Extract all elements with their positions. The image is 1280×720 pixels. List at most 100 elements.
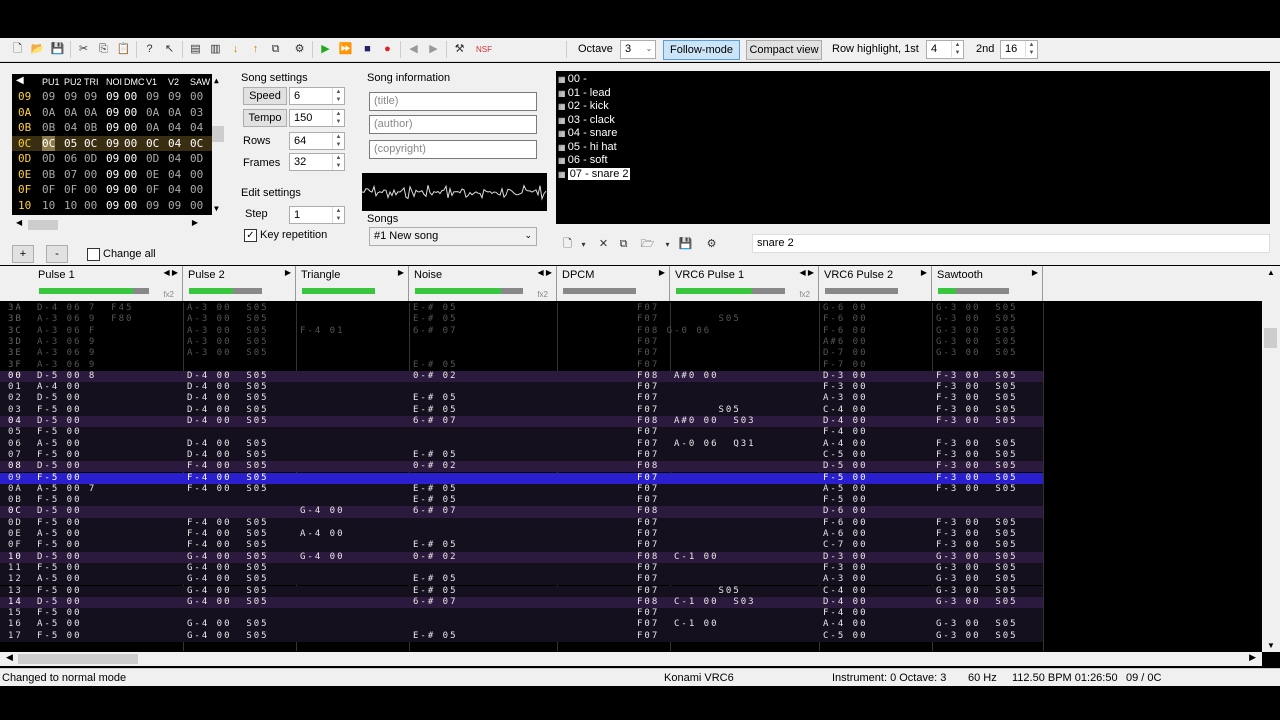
pattern-row[interactable]: 0A A-5 00 7 F-4 00 S05 E-# 05 F07 A-5 00 F-3 0… <box>0 483 1043 496</box>
song-author-field[interactable]: (author) <box>369 115 537 134</box>
new-instrument-icon[interactable]: 🗋 <box>560 237 575 252</box>
add-frame-button[interactable]: + <box>12 245 34 263</box>
channel-sawtooth[interactable]: Sawtooth ▶ <box>932 266 1043 301</box>
frame-cell[interactable]: 0A <box>168 105 181 120</box>
pattern-hscroll[interactable]: ◀ ▶ <box>0 652 1262 666</box>
pattern-cell[interactable]: D-4 00 S05 <box>187 405 269 416</box>
frame-cell[interactable]: 09 <box>106 151 119 166</box>
pattern-cell[interactable]: E-# 05 <box>413 405 458 416</box>
pattern-cell[interactable]: F-5 00 <box>37 540 82 551</box>
pattern-cell[interactable]: G-6 00 <box>823 303 868 314</box>
pattern-vscroll[interactable]: ▲ ▼ <box>1262 266 1280 652</box>
pattern-cell[interactable]: A-3 06 9 <box>37 348 96 359</box>
frame-cell[interactable]: 09 <box>106 120 119 135</box>
frame-cell[interactable]: 0B <box>42 120 55 135</box>
instrument-item[interactable]: ▦ 05 - hi hat <box>558 141 617 154</box>
pattern-cell[interactable]: G-4 00 S05 <box>187 552 269 563</box>
pattern-cell[interactable]: E-# 05 <box>413 314 458 325</box>
frame-cell[interactable]: 04 <box>64 120 77 135</box>
frame-left-arrow-icon[interactable]: ◀ <box>16 75 24 86</box>
channel-noise[interactable]: Noise ◀ ▶ fx2 <box>409 266 557 301</box>
copy-icon[interactable]: ⎘ <box>96 42 111 57</box>
channel-arrow-icon[interactable]: ◀ ▶ <box>163 268 178 277</box>
channel-vrc6-pulse-2[interactable]: VRC6 Pulse 2 ▶ <box>819 266 932 301</box>
move-frame-down-icon[interactable]: ↓ <box>228 42 243 57</box>
frame-cell[interactable]: 07 <box>64 167 77 182</box>
pattern-cell[interactable]: G-4 00 S05 <box>187 619 269 630</box>
pattern-cell[interactable]: E-# 05 <box>413 540 458 551</box>
pattern-cell[interactable]: F-5 00 <box>37 473 82 484</box>
pattern-cell[interactable]: F-3 00 <box>823 563 868 574</box>
frame-cell[interactable]: 0A <box>64 105 77 120</box>
pattern-cell[interactable]: F-3 00 S05 <box>936 382 1018 393</box>
frame-cell[interactable]: 06 <box>64 151 77 166</box>
pattern-cell[interactable]: F07 <box>637 303 659 314</box>
pattern-cell[interactable]: F08 <box>637 597 659 608</box>
pattern-row[interactable]: 17 F-5 00 G-4 00 S05 E-# 05 F07 C-5 00 G-3 00 … <box>0 630 1043 642</box>
pattern-row[interactable]: 3D A-3 06 9 A-3 00 S05 F07 A#6 00 G-3 00 S05 <box>0 337 1043 348</box>
channel-pulse-1[interactable]: Pulse 1 ◀ ▶ fx2 <box>33 266 183 301</box>
pattern-cell[interactable]: D-3 00 <box>823 371 868 382</box>
play-icon[interactable]: ▶ <box>318 42 333 57</box>
pattern-cell[interactable]: S05 <box>674 405 741 416</box>
frame-cell[interactable]: 09 <box>146 89 159 104</box>
pattern-row[interactable]: 3B A-3 06 9 F80 A-3 00 S05 E-# 05 F07 S05 F-6… <box>0 314 1043 325</box>
pattern-cell[interactable]: F-3 00 S05 <box>936 473 1018 484</box>
pattern-cell[interactable]: F-3 00 S05 <box>936 540 1018 551</box>
pattern-cell[interactable]: F-3 00 S05 <box>936 393 1018 404</box>
pattern-cell[interactable]: 6-# 07 <box>413 416 458 427</box>
pattern-cell[interactable]: C-1 00 <box>674 619 719 630</box>
pattern-cell[interactable]: E-# 05 <box>413 393 458 404</box>
pattern-cell[interactable]: D-3 00 <box>823 552 868 563</box>
row-highlight-2nd-spinner[interactable]: 16 ▲ ▼ <box>1000 40 1038 59</box>
pattern-cell[interactable]: 6-# 07 <box>413 597 458 608</box>
pattern-cell[interactable]: E-# 05 <box>413 631 458 642</box>
pattern-cell[interactable]: F-5 00 <box>37 495 82 506</box>
frame-row[interactable]: 0D 0D 06 0D 09 00 0D 04 0D <box>12 151 212 166</box>
pattern-cell[interactable]: D-5 00 8 <box>37 371 96 382</box>
pattern-row[interactable]: 00 D-5 00 8 D-4 00 S05 0-# 02 F08 A#0 00 D-3 0… <box>0 370 1043 383</box>
frame-cell[interactable]: 09 <box>106 167 119 182</box>
frame-cell[interactable]: 0A <box>84 105 97 120</box>
pattern-cell[interactable]: G-3 00 S05 <box>936 597 1018 608</box>
pattern-cell[interactable]: G-4 00 S05 <box>187 574 269 585</box>
remove-frame-icon[interactable]: ▥ <box>208 42 223 57</box>
pattern-cell[interactable]: E-# 05 <box>413 450 458 461</box>
pattern-cell[interactable]: G-4 00 <box>300 506 345 517</box>
pattern-cell[interactable]: F-4 00 <box>823 608 868 619</box>
pattern-cell[interactable]: E-# 05 <box>413 484 458 495</box>
pattern-cell[interactable]: F07 <box>637 360 659 371</box>
frame-cell[interactable]: 09 <box>146 198 159 213</box>
pattern-cell[interactable]: F07 <box>637 314 659 325</box>
instrument-item[interactable]: ▦ 03 - clack <box>558 114 615 127</box>
pattern-cell[interactable]: G-3 00 S05 <box>936 337 1018 348</box>
frame-cell[interactable]: 00 <box>124 136 137 151</box>
pattern-cell[interactable]: A-5 00 <box>37 529 82 540</box>
frame-cell[interactable]: 04 <box>168 182 181 197</box>
pattern-cell[interactable]: C-4 00 <box>823 405 868 416</box>
next-song-icon[interactable]: ▶ <box>426 42 441 57</box>
frame-cell[interactable]: 0A <box>146 105 159 120</box>
pattern-cell[interactable]: F-3 00 S05 <box>936 405 1018 416</box>
pattern-cell[interactable]: A-3 06 9 <box>37 337 96 348</box>
frame-cell[interactable]: 00 <box>84 198 97 213</box>
pattern-cell[interactable]: F07 <box>637 405 659 416</box>
instrument-type-dropdown-icon[interactable]: ▾ <box>576 237 591 252</box>
key-repetition-checkbox[interactable]: ✓ <box>244 229 257 242</box>
frame-cell[interactable]: 0D <box>42 151 55 166</box>
pattern-cell[interactable]: F07 <box>637 574 659 585</box>
pattern-cell[interactable]: F-5 00 <box>823 495 868 506</box>
pattern-cell[interactable]: E-# 05 <box>413 574 458 585</box>
pattern-cell[interactable]: F-4 00 S05 <box>187 540 269 551</box>
pattern-cell[interactable]: F-4 00 <box>823 427 868 438</box>
pattern-cell[interactable]: G-3 00 S05 <box>936 348 1018 359</box>
frame-editor-hscroll[interactable]: ◀ ▶ <box>12 218 202 232</box>
play-loop-icon[interactable]: ⏩ <box>338 42 353 57</box>
pattern-cell[interactable]: G-3 00 S05 <box>936 303 1018 314</box>
pattern-row[interactable]: 09 F-5 00 F-4 00 S05 F07 F-5 00 F-3 00 S05 <box>0 472 1043 484</box>
pattern-cell[interactable]: F-3 00 S05 <box>936 484 1018 495</box>
pattern-cell[interactable]: G-4 00 S05 <box>187 586 269 597</box>
pattern-row[interactable]: 10 D-5 00 G-4 00 S05 G-4 00 0-# 02 F08 C-1 00 D… <box>0 551 1043 563</box>
pattern-cell[interactable]: F-6 00 <box>823 326 868 337</box>
instrument-list[interactable]: ▦ 00 - ▦ 01 - lead ▦ 02 - kick ▦ 03 - clack… <box>556 71 1270 224</box>
